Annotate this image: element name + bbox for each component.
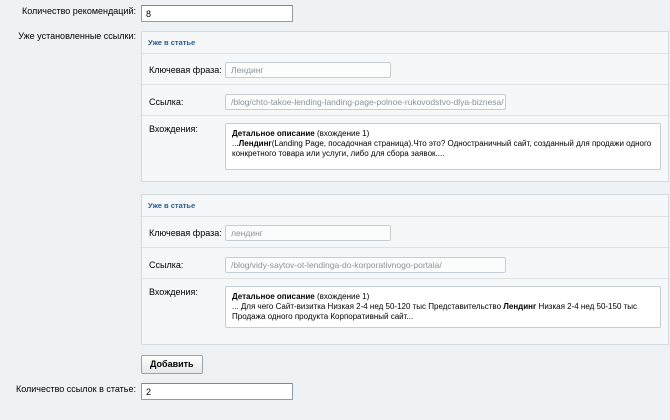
keyword-label: Ключевая фраза: xyxy=(149,228,222,238)
occurrence-heading-line: Детальное описание (вхождение 1) xyxy=(232,292,654,302)
keyword-field: Лендинг xyxy=(225,62,391,78)
occurrence-heading: Детальное описание xyxy=(232,129,315,138)
link-row: Ссылка: /blog/chto-takoe-lending-landing… xyxy=(142,84,668,116)
link-label: Ссылка: xyxy=(149,260,184,270)
occurrences-row: Вхождения: Детальное описание (вхождение… xyxy=(142,278,668,346)
snippet-text: (Landing Page, посадочная страница).Что … xyxy=(232,139,652,158)
occurrences-label: Вхождения: xyxy=(149,287,198,297)
snippet-keyword: Лендинг xyxy=(238,139,272,148)
recommendations-label: Количество рекомендаций: xyxy=(21,6,136,16)
link-field: /blog/vidy-saytov-ot-lendinga-do-korpora… xyxy=(225,257,506,273)
occurrence-heading: Детальное описание xyxy=(232,292,315,301)
keyword-label: Ключевая фраза: xyxy=(149,65,222,75)
occurrences-row: Вхождения: Детальное описание (вхождение… xyxy=(142,115,668,183)
occurrences-label: Вхождения: xyxy=(149,124,198,134)
occurrences-box: Детальное описание (вхождение 1) ...Ленд… xyxy=(225,123,661,170)
occurrence-count: (вхождение 1) xyxy=(316,292,370,301)
occurrence-count: (вхождение 1) xyxy=(316,129,370,138)
installed-link-panel: Уже в статье Ключевая фраза: лендинг Ссы… xyxy=(141,194,669,345)
links-in-article-label: Количество ссылок в статье: xyxy=(15,384,136,394)
snippet-prefix: ... Для чего Сайт-визитка Низкая 2-4 нед… xyxy=(232,302,504,311)
panel-title: Уже в статье xyxy=(148,201,196,210)
installed-link-panel: Уже в статье Ключевая фраза: Лендинг Ссы… xyxy=(141,31,669,182)
occurrence-heading-line: Детальное описание (вхождение 1) xyxy=(232,129,654,139)
link-row: Ссылка: /blog/vidy-saytov-ot-lendinga-do… xyxy=(142,247,668,279)
snippet-keyword: Лендинг xyxy=(503,302,537,311)
keyword-row: Ключевая фраза: лендинг xyxy=(142,216,668,248)
add-button[interactable]: Добавить xyxy=(141,355,203,374)
recommendations-input[interactable] xyxy=(141,5,293,22)
link-label: Ссылка: xyxy=(149,97,184,107)
occurrences-box: Детальное описание (вхождение 1) ... Для… xyxy=(225,286,661,328)
links-in-article-input[interactable] xyxy=(141,383,293,400)
snippet-prefix: ... xyxy=(232,139,239,148)
panel-title: Уже в статье xyxy=(148,38,196,47)
link-field: /blog/chto-takoe-lending-landing-page-po… xyxy=(225,94,506,110)
keyword-field: лендинг xyxy=(225,225,391,241)
keyword-row: Ключевая фраза: Лендинг xyxy=(142,53,668,85)
installed-links-label: Уже установленные ссылки: xyxy=(18,31,136,41)
